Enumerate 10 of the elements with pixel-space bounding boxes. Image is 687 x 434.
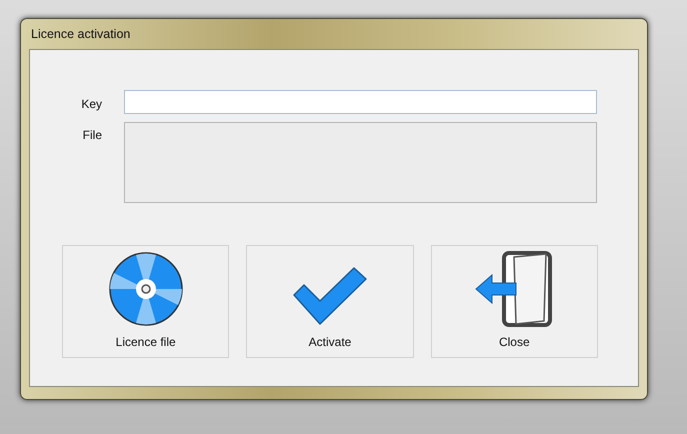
field-label: File bbox=[82, 127, 103, 144]
licence-file-button[interactable]: Licence file bbox=[62, 245, 230, 358]
activate-button[interactable]: Activate bbox=[246, 245, 414, 358]
window-title: Licence activation bbox=[30, 26, 132, 43]
file-field[interactable] bbox=[124, 122, 597, 203]
field-label: Key bbox=[80, 96, 103, 113]
key-field[interactable] bbox=[124, 90, 597, 114]
close-button[interactable]: Close bbox=[430, 245, 598, 358]
disc-icon bbox=[108, 251, 184, 327]
exit-door-icon bbox=[474, 251, 554, 327]
